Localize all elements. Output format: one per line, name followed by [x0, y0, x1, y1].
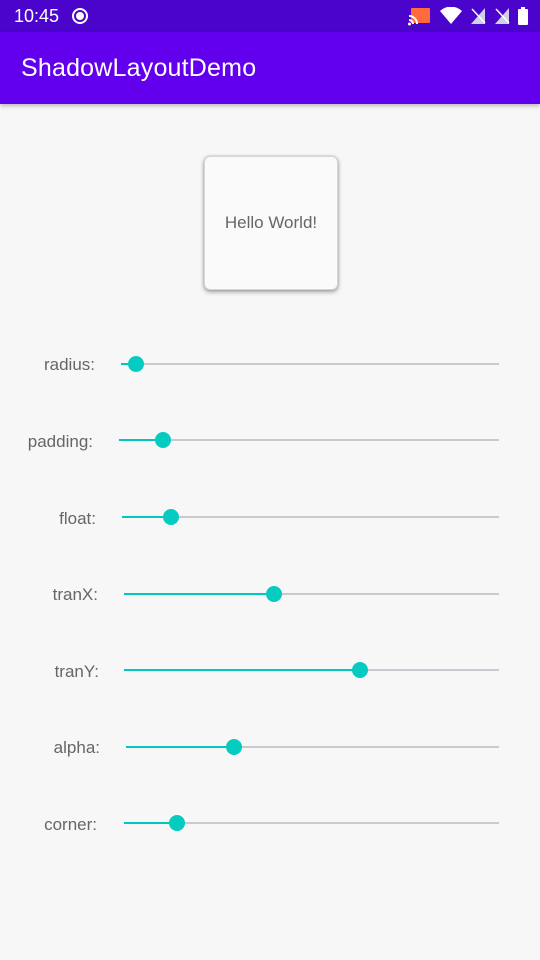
slider-thumb[interactable]	[154, 432, 171, 448]
padding-label: padding:	[27, 432, 93, 451]
slider-thumb[interactable]	[168, 815, 185, 831]
corner-slider[interactable]	[124, 813, 499, 833]
slider-thumb[interactable]	[352, 662, 369, 678]
record-icon	[71, 7, 89, 30]
status-time: 10:45	[14, 6, 60, 26]
slider-track	[119, 439, 499, 441]
slider-fill	[124, 669, 361, 671]
tranx-slider[interactable]	[124, 584, 499, 604]
shadow-card: Hello World!	[204, 156, 338, 290]
slider-thumb[interactable]	[266, 586, 282, 602]
card-text: Hello World!	[224, 213, 318, 232]
app-bar: ShadowLayoutDemo	[0, 32, 540, 104]
trany-label: tranY:	[54, 662, 99, 681]
radius-label: radius:	[43, 355, 95, 374]
wifi-icon	[440, 6, 462, 30]
float-slider[interactable]	[122, 507, 499, 527]
cast-icon	[408, 6, 432, 31]
slider-fill	[124, 593, 274, 595]
slider-thumb[interactable]	[163, 509, 179, 525]
no-sim-icon	[470, 7, 486, 30]
corner-label: corner:	[44, 815, 97, 834]
alpha-label: alpha:	[53, 738, 100, 757]
tranx-label: tranX:	[52, 585, 98, 604]
padding-slider[interactable]	[119, 430, 499, 450]
float-label: float:	[59, 509, 96, 528]
trany-slider[interactable]	[124, 660, 499, 680]
slider-fill	[126, 746, 235, 748]
slider-thumb[interactable]	[226, 739, 243, 755]
slider-track	[121, 363, 499, 365]
alpha-slider[interactable]	[126, 737, 499, 757]
no-sim-icon	[494, 7, 510, 30]
status-bar: 10:45	[0, 0, 540, 32]
app-title: ShadowLayoutDemo	[21, 54, 257, 82]
slider-thumb[interactable]	[128, 356, 145, 372]
radius-slider[interactable]	[121, 354, 499, 374]
battery-icon	[518, 7, 528, 30]
